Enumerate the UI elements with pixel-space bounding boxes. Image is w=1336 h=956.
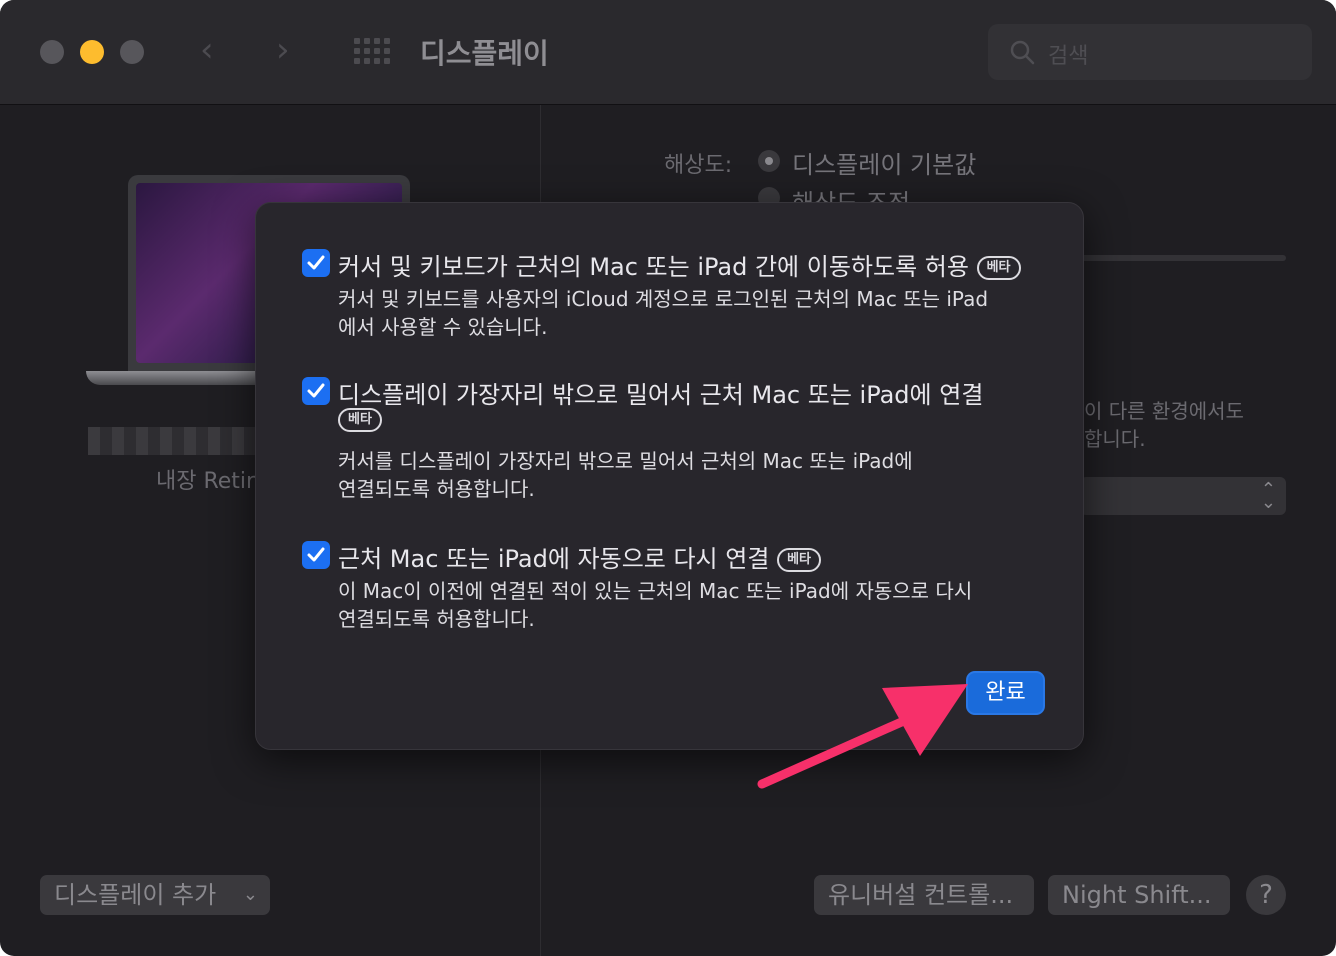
option-title-text: 커서 및 키보드가 근처의 Mac 또는 iPad 간에 이동하도록 허용 [338,253,969,281]
back-arrow-icon[interactable]: ‹ [200,30,214,70]
side-description-line2: 합니다. [1084,427,1146,451]
window-title: 디스플레이 [420,37,549,70]
description-line: 연결되도록 허용합니다. [338,477,535,501]
description-line: 커서 및 키보드를 사용자의 iCloud 계정으로 로그인된 근처의 Mac … [338,287,989,311]
checkmark-icon [307,547,325,562]
beta-badge: 베타 [777,548,821,572]
universal-control-sheet: 커서 및 키보드가 근처의 Mac 또는 iPad 간에 이동하도록 허용 베타… [255,202,1084,750]
annotation-arrow-icon [757,684,968,789]
search-icon [1010,40,1035,65]
option-title: 커서 및 키보드가 근처의 Mac 또는 iPad 간에 이동하도록 허용 베타 [338,247,1021,282]
checkmark-icon [307,383,325,398]
chevron-updown-icon: ⌃ ⌄ [1260,479,1276,513]
title-bar: ‹ › 디스플레이 검색 [0,0,1336,105]
add-display-button[interactable]: 디스플레이 추가 ⌄ [40,875,270,915]
help-button[interactable]: ? [1246,875,1286,915]
checkbox-cursor-keyboard[interactable] [302,249,330,277]
option-description: 커서를 디스플레이 가장자리 밖으로 밀어서 근처의 Mac 또는 iPad에 … [338,447,1038,503]
search-placeholder: 검색 [1048,44,1089,69]
option-description: 이 Mac이 이전에 연결된 적이 있는 근처의 Mac 또는 iPad에 자동… [338,577,1038,633]
description-line: 커서를 디스플레이 가장자리 밖으로 밀어서 근처의 Mac 또는 iPad에 [338,449,913,473]
side-description: 이 다른 환경에서도 합니다. [1084,397,1244,453]
option-title-badge-row: 베타 [338,405,382,433]
description-line: 연결되도록 허용합니다. [338,607,535,631]
universal-control-button[interactable]: 유니버설 컨트롤... [814,875,1034,915]
add-display-label: 디스플레이 추가 [54,881,217,909]
night-shift-button[interactable]: Night Shift... [1048,875,1230,915]
system-preferences-window: ‹ › 디스플레이 검색 내장 Retir 해상도: 디스플레이 기본값 이 다… [0,0,1336,956]
checkmark-icon [307,255,325,270]
brightness-slider[interactable] [1080,255,1286,261]
minimize-window-button[interactable] [80,40,104,64]
forward-arrow-icon[interactable]: › [276,30,290,70]
description-line: 이 Mac이 이전에 연결된 적이 있는 근처의 Mac 또는 iPad에 자동… [338,579,973,603]
option-title: 근처 Mac 또는 iPad에 자동으로 다시 연결 베타 [338,539,821,574]
checkbox-auto-reconnect[interactable] [302,541,330,569]
beta-badge: 베타 [338,408,382,432]
show-all-grid-icon[interactable] [354,38,390,66]
description-line: 에서 사용할 수 있습니다. [338,315,548,339]
resolution-label: 해상도: [664,153,733,178]
display-name-label: 내장 Retir [156,469,256,494]
close-window-button[interactable] [40,40,64,64]
refresh-rate-popup[interactable]: ⌃ ⌄ [1080,477,1286,515]
chevron-down-icon: ⌄ [242,884,258,905]
resolution-default-label: 디스플레이 기본값 [792,151,977,179]
zoom-window-button[interactable] [120,40,144,64]
beta-badge: 베타 [976,256,1021,280]
side-description-line1: 이 다른 환경에서도 [1084,399,1244,423]
resolution-default-radio[interactable] [758,150,780,172]
search-input[interactable]: 검색 [988,24,1312,80]
option-title-text: 근처 Mac 또는 iPad에 자동으로 다시 연결 [338,545,770,573]
option-description: 커서 및 키보드를 사용자의 iCloud 계정으로 로그인된 근처의 Mac … [338,285,1038,341]
checkbox-push-past-edge[interactable] [302,377,330,405]
blurred-device-name [88,427,258,455]
option-title-text: 디스플레이 가장자리 밖으로 밀어서 근처 Mac 또는 iPad에 연결 [338,381,984,409]
